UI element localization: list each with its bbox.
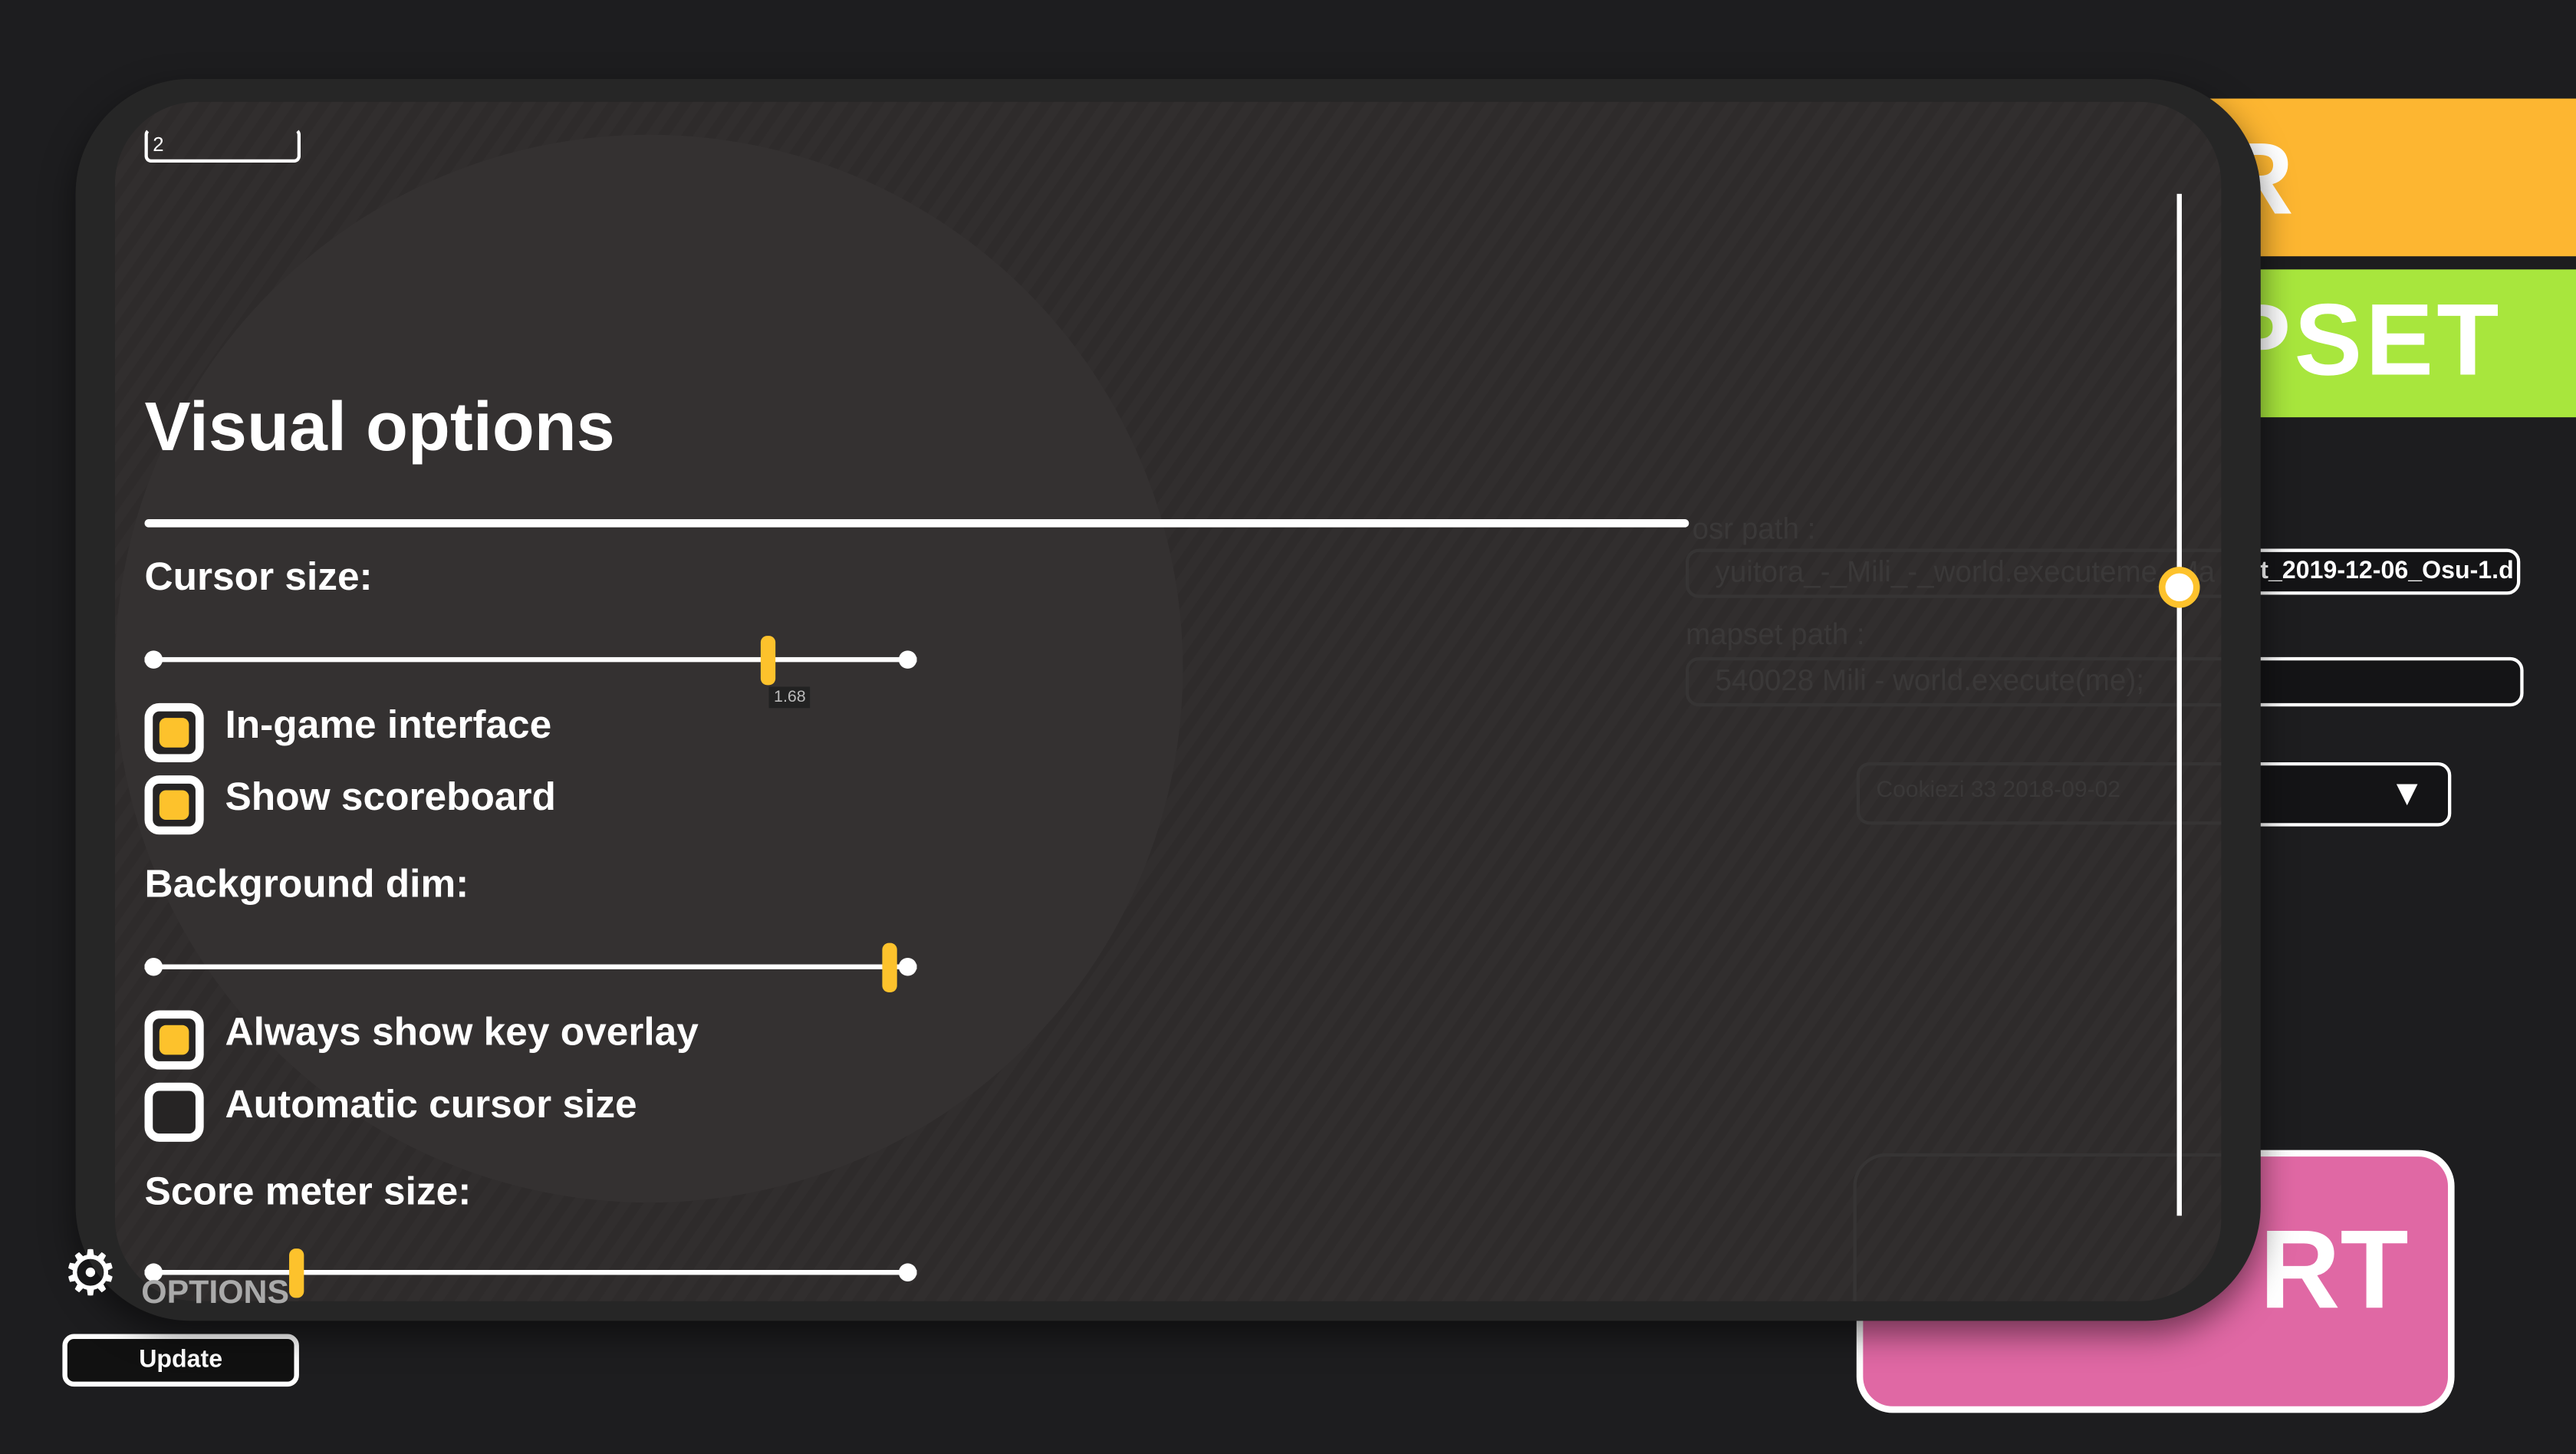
mapset-path-label: mapset path : <box>1685 617 1865 651</box>
app-window: R PSET t_2019-12-06_Osu-1.d ▼ RT Update … <box>0 0 2576 1454</box>
osr-path-field-faint: yuitora_-_Mili_-_world.executeme_Ma <box>1685 548 2222 598</box>
always-show-key-overlay-checkbox[interactable] <box>144 1010 204 1070</box>
mapset-path-text: 540028 Mili - world.execute(me); <box>1715 663 2144 697</box>
start-button-faint <box>1853 1153 2222 1301</box>
cursor-size-label: Cursor size: <box>144 555 373 600</box>
show-scoreboard-checkbox[interactable] <box>144 775 204 835</box>
start-button-label: RT <box>2259 1207 2409 1333</box>
update-button-label: Update <box>139 1345 223 1373</box>
gear-icon[interactable]: ⚙ <box>62 1244 118 1306</box>
cursor-size-value: 1.68 <box>768 686 811 709</box>
osr-path-label: osr path : <box>1692 512 1816 546</box>
title-divider <box>144 518 1689 528</box>
panel-title: Visual options <box>144 387 615 465</box>
scrollbar-track[interactable] <box>2176 193 2182 1216</box>
background-dim-label: Background dim: <box>144 862 469 907</box>
chevron-down-icon: ▼ <box>2389 771 2426 814</box>
options-label: OPTIONS <box>141 1275 290 1311</box>
slider-min-dot <box>144 957 163 976</box>
osr-path-visible-text: t_2019-12-06_Osu-1.d <box>2260 557 2514 585</box>
replay-select-text: Cookiezi 33 2018-09-02 <box>1876 775 2120 802</box>
slider-thumb[interactable] <box>289 1248 304 1298</box>
update-button[interactable]: Update <box>62 1334 299 1387</box>
tab-index-value: 2 <box>153 133 164 156</box>
always-show-key-overlay-label: Always show key overlay <box>225 1010 699 1055</box>
slider-thumb[interactable] <box>882 942 897 992</box>
scrollbar-thumb[interactable] <box>2157 567 2199 609</box>
mapset-path-field-faint: 540028 Mili - world.execute(me); <box>1685 656 2222 707</box>
slider-track <box>144 656 917 663</box>
cursor-size-slider[interactable] <box>144 636 917 686</box>
replay-select-faint: Cookiezi 33 2018-09-02 <box>1856 762 2222 825</box>
slider-thumb[interactable] <box>761 636 776 686</box>
show-scoreboard-label: Show scoreboard <box>225 775 556 821</box>
in-game-interface-label: In-game interface <box>225 702 552 748</box>
background-dim-slider[interactable] <box>144 942 917 992</box>
slider-min-dot <box>144 650 163 669</box>
visual-options-panel: osr path : yuitora_-_Mili_-_world.execut… <box>114 101 2222 1301</box>
slider-max-dot <box>898 1263 917 1281</box>
slider-max-dot <box>898 957 917 976</box>
in-game-interface-checkbox[interactable] <box>144 702 204 763</box>
osr-path-text: yuitora_-_Mili_-_world.executeme_Ma <box>1715 555 2216 588</box>
mapset-button-label: PSET <box>2222 284 2502 398</box>
automatic-cursor-size-checkbox[interactable] <box>144 1082 204 1142</box>
slider-max-dot <box>898 650 917 669</box>
score-meter-size-label: Score meter size: <box>144 1169 472 1215</box>
automatic-cursor-size-label: Automatic cursor size <box>225 1082 637 1127</box>
tab-index-input[interactable]: 2 <box>144 128 301 163</box>
slider-track <box>144 964 917 969</box>
